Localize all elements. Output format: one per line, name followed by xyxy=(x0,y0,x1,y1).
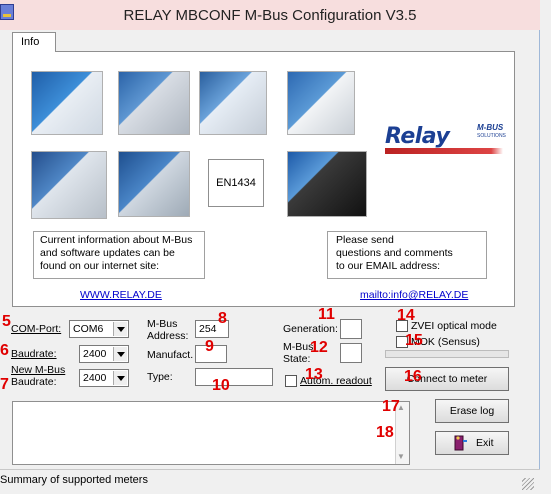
chevron-down-icon[interactable] xyxy=(113,347,127,361)
address-label-line: M-Bus xyxy=(147,318,178,330)
baudrate-label: Baudrate: xyxy=(11,348,57,360)
product-image-5 xyxy=(31,151,107,219)
zvei-label[interactable]: ZVEI optical mode xyxy=(411,320,497,332)
marker-11: 11 xyxy=(318,306,335,323)
email-info-line: questions and comments xyxy=(336,247,453,259)
en1434-button[interactable]: EN1434 xyxy=(208,159,264,207)
email-info-line: Please send xyxy=(336,234,394,246)
address-label-line: Address: xyxy=(147,330,189,342)
type-label: Type: xyxy=(147,371,173,383)
generation-field xyxy=(340,319,362,339)
com-port-select[interactable]: COM6 xyxy=(69,320,129,338)
marker-8: 8 xyxy=(218,310,227,327)
state-label-line: M-Bus xyxy=(283,341,314,353)
generation-label: Generation: xyxy=(283,323,338,335)
product-image-2 xyxy=(118,71,190,135)
state-label-line: State: xyxy=(283,353,311,365)
logo-sub: M-BUS xyxy=(477,123,504,132)
new-baudrate-label-line: Baudrate: xyxy=(11,376,57,388)
state-label: M-Bus State: xyxy=(283,341,313,365)
marker-5: 5 xyxy=(2,313,11,330)
new-baudrate-select[interactable]: 2400 xyxy=(79,369,129,387)
product-image-8 xyxy=(287,151,367,217)
status-bar: Summary of supported meters xyxy=(0,469,540,494)
email-link[interactable]: mailto:info@RELAY.DE xyxy=(360,289,468,301)
marker-14: 14 xyxy=(397,307,415,324)
state-field xyxy=(340,343,362,363)
window-title: RELAY MBCONF M-Bus Configuration V3.5 xyxy=(123,7,417,24)
product-image-1 xyxy=(31,71,103,135)
autom-readout-checkbox[interactable] xyxy=(285,375,297,387)
marker-17: 17 xyxy=(382,398,400,415)
product-image-6 xyxy=(118,151,190,217)
resize-grip[interactable] xyxy=(522,478,534,490)
log-textarea[interactable] xyxy=(12,401,410,465)
product-image-4 xyxy=(287,71,355,135)
scroll-down-icon[interactable]: ▼ xyxy=(397,452,405,461)
new-baudrate-value: 2400 xyxy=(83,372,107,384)
marker-16: 16 xyxy=(404,368,422,385)
erase-log-button[interactable]: Erase log xyxy=(435,399,509,423)
chevron-down-icon[interactable] xyxy=(113,322,127,336)
marker-6: 6 xyxy=(0,342,9,359)
relay-logo: Relay M-BUS SOLUTIONS xyxy=(385,120,506,156)
chevron-down-icon[interactable] xyxy=(113,371,127,385)
marker-18: 18 xyxy=(376,424,394,441)
marker-12: 12 xyxy=(310,339,328,356)
website-info-line: Current information about M-Bus xyxy=(40,234,193,246)
new-baudrate-label: New M-Bus Baudrate: xyxy=(11,364,65,388)
logo-swoosh xyxy=(385,148,503,154)
marker-10: 10 xyxy=(212,377,230,394)
marker-13: 13 xyxy=(305,366,323,383)
logo-sub-2: SOLUTIONS xyxy=(477,133,506,139)
com-port-label: COM-Port: xyxy=(11,323,62,335)
marker-15: 15 xyxy=(405,332,423,349)
website-info-box: Current information about M-Bus and soft… xyxy=(33,231,205,279)
tab-info[interactable]: Info xyxy=(12,32,56,52)
status-text: Summary of supported meters xyxy=(0,474,148,486)
progress-bar xyxy=(385,350,509,358)
baudrate-select[interactable]: 2400 xyxy=(79,345,129,363)
marker-7: 7 xyxy=(0,376,9,393)
product-image-3 xyxy=(199,71,267,135)
email-info-box: Please send questions and comments to ou… xyxy=(327,231,487,279)
logo-word: Relay xyxy=(385,124,450,149)
marker-9: 9 xyxy=(205,338,214,355)
exit-button[interactable]: Exit xyxy=(435,431,509,455)
com-port-value: COM6 xyxy=(73,323,104,335)
website-link[interactable]: WWW.RELAY.DE xyxy=(80,289,162,301)
exit-door-icon xyxy=(454,435,467,451)
website-info-line: and software updates can be xyxy=(40,247,175,259)
new-baudrate-label-line: New M-Bus xyxy=(11,364,66,376)
website-info-line: found on our internet site: xyxy=(40,260,160,272)
type-input[interactable] xyxy=(195,368,273,386)
email-info-line: to our EMAIL address: xyxy=(336,260,441,272)
manufact-label: Manufact. xyxy=(147,349,194,361)
address-label: M-Bus Address: xyxy=(147,318,188,342)
exit-label: Exit xyxy=(476,437,494,449)
baudrate-value: 2400 xyxy=(83,348,107,360)
